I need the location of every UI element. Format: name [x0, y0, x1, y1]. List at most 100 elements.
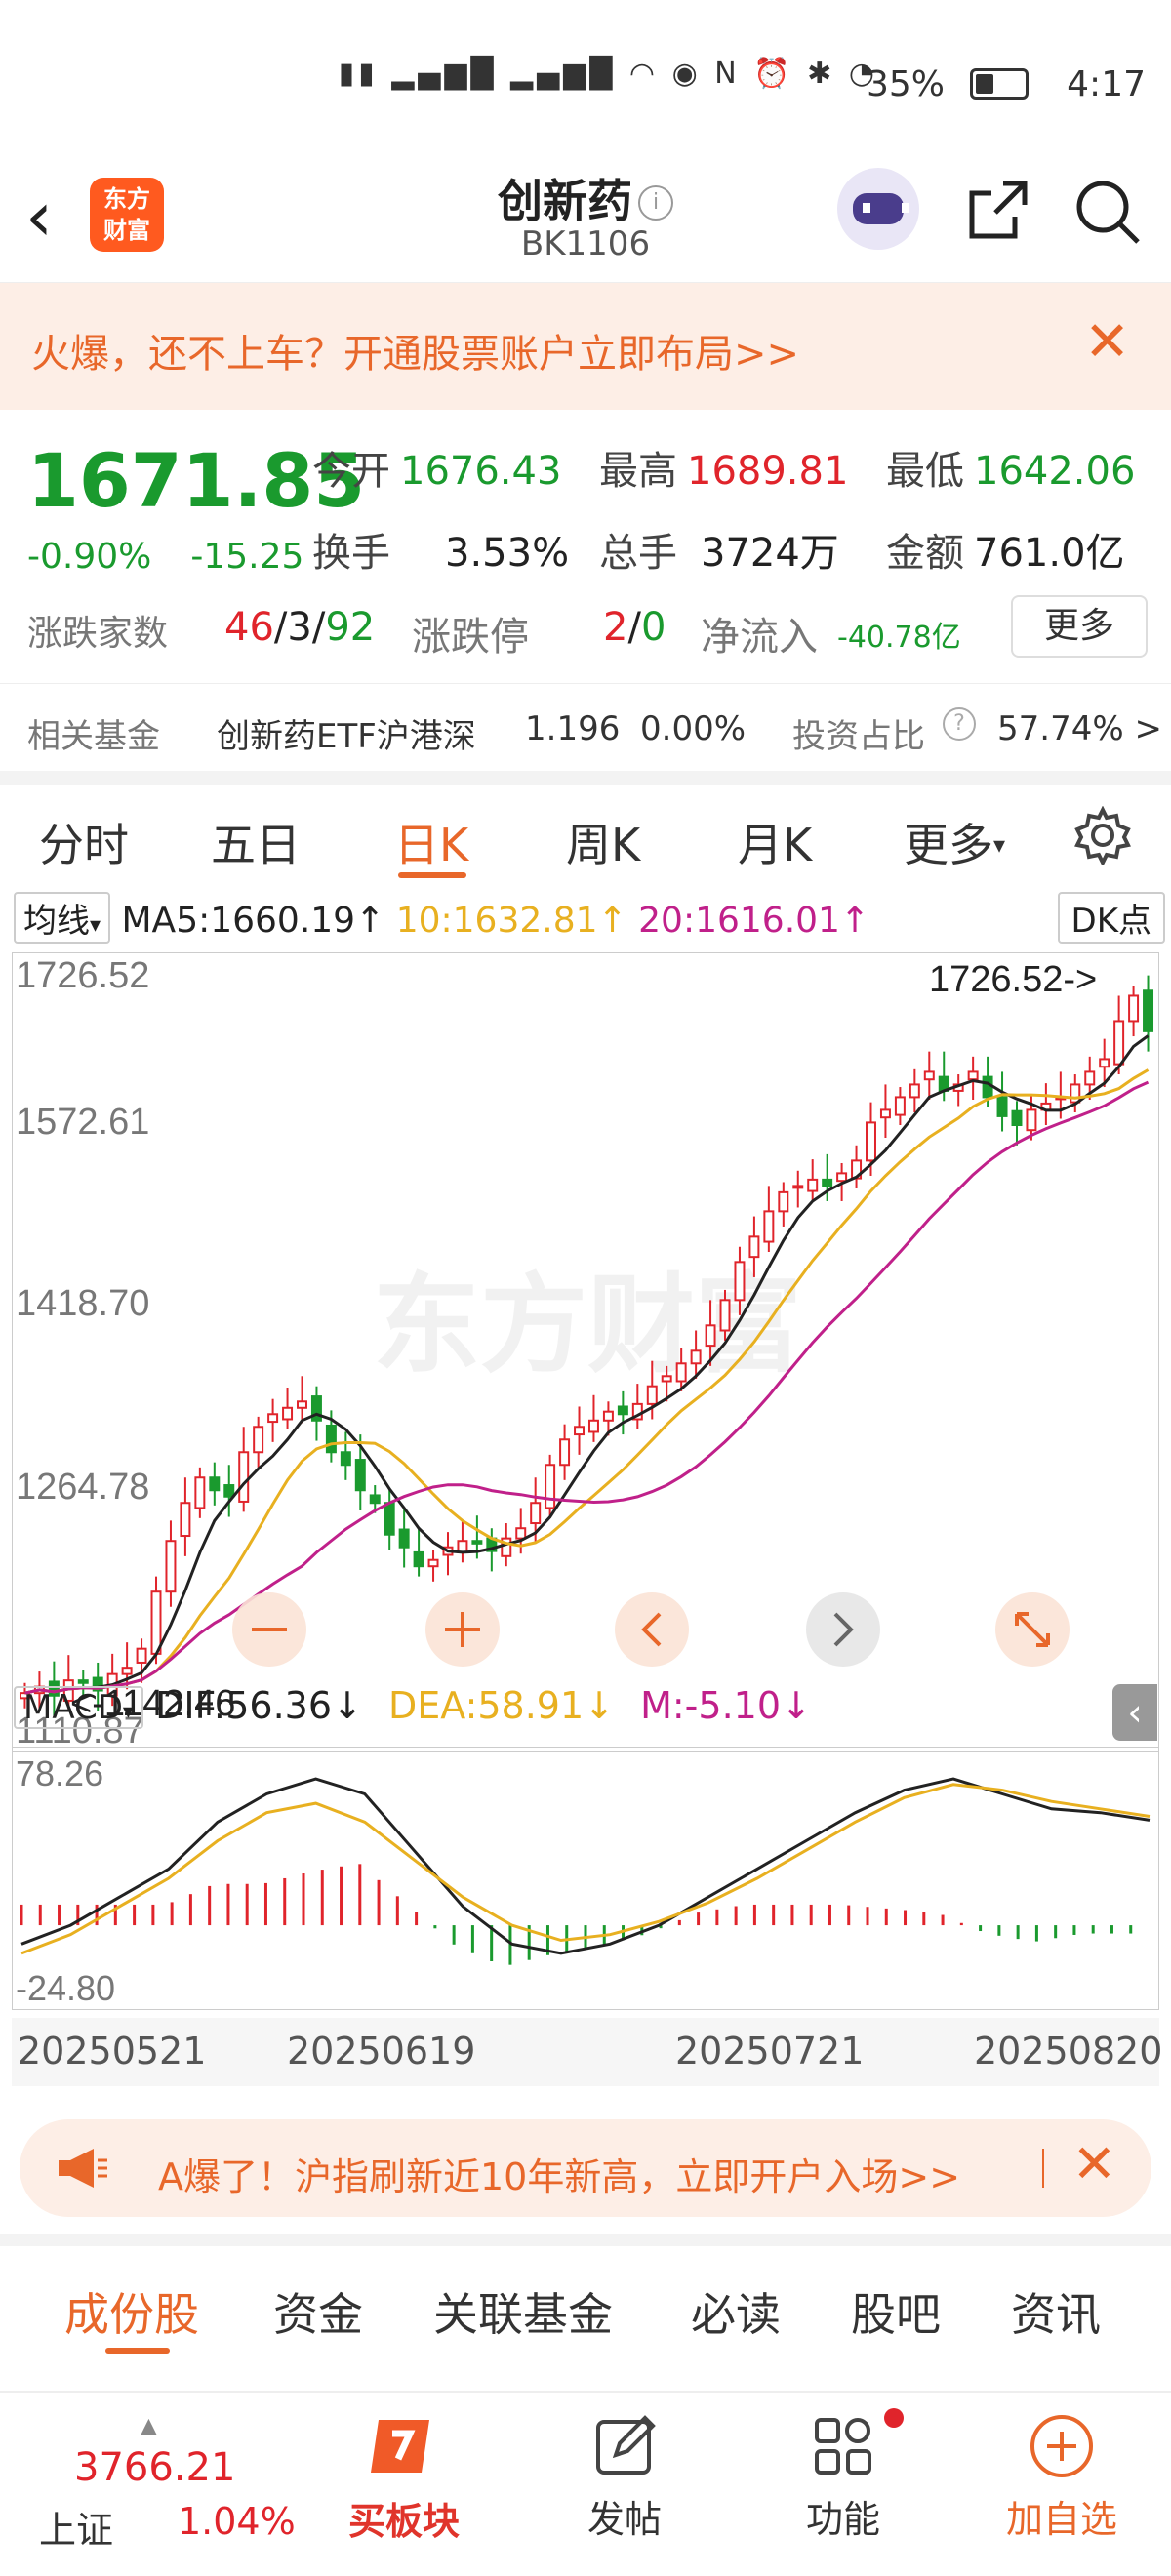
candle: [384, 1502, 395, 1536]
post-button[interactable]: 发帖: [556, 2412, 693, 2543]
zoom-out-button[interactable]: [232, 1592, 306, 1667]
tab-funds-flow[interactable]: 资金: [273, 2279, 363, 2344]
macd-label-top: 78.26: [16, 1753, 103, 1793]
clock: 4:17: [1067, 64, 1146, 104]
pan-right-button[interactable]: [806, 1592, 880, 1667]
high-marker: 1726.52->: [929, 959, 1097, 1000]
functions-button[interactable]: 功能: [775, 2408, 911, 2543]
candle: [1143, 989, 1154, 1032]
add-watchlist-button[interactable]: 加自选: [993, 2412, 1130, 2543]
candle: [1084, 1070, 1096, 1086]
candle: [866, 1121, 876, 1162]
candle: [763, 1210, 775, 1243]
signal-icons: ▮▮ ▂▄▆█ ▂▄▆█ ◠ ◉ N ⏰ ✱ ◔: [338, 57, 878, 91]
buy-sector-button[interactable]: 买板块: [336, 2412, 472, 2545]
indicator-selector[interactable]: MACD▾: [14, 1686, 143, 1729]
candle: [778, 1190, 789, 1213]
limit-values: 2/0: [603, 605, 666, 650]
buy-sector-label: 买板块: [347, 2500, 460, 2543]
apps-grid-icon: [815, 2418, 871, 2475]
tab-related-funds[interactable]: 关联基金: [433, 2279, 613, 2344]
ad-close-icon[interactable]: ✕: [1072, 2133, 1116, 2194]
candle: [369, 1494, 381, 1505]
kline-chart-area[interactable]: 均线▾ MA5:1660.19↑ 10:1632.81↑ 20:1616.01↑…: [0, 878, 1171, 2108]
tab-more[interactable]: 更多▾: [904, 810, 1005, 874]
candle: [354, 1459, 366, 1492]
candle: [559, 1438, 571, 1467]
candle: [427, 1558, 439, 1568]
y-label-3: 1418.70: [16, 1283, 149, 1324]
candle: [646, 1385, 658, 1405]
pan-left-button[interactable]: [615, 1592, 689, 1667]
investment-ratio[interactable]: 57.74% >: [997, 709, 1162, 748]
tab-constituents[interactable]: 成份股: [64, 2279, 199, 2344]
close-icon[interactable]: ✕: [1084, 310, 1130, 374]
fullscreen-button[interactable]: [995, 1592, 1070, 1667]
content-tabs: 成份股 资金 关联基金 必读 股吧 资讯: [0, 2234, 1171, 2354]
candle: [515, 1527, 527, 1540]
candle: [282, 1406, 294, 1421]
assistant-avatar-icon[interactable]: [837, 168, 919, 250]
tab-forum[interactable]: 股吧: [851, 2279, 941, 2344]
add-circle-icon: [1030, 2415, 1093, 2477]
candle: [675, 1362, 687, 1383]
promo-banner[interactable]: 火爆，还不上车？开通股票账户立即布局>> ✕: [0, 283, 1171, 410]
candle: [194, 1476, 206, 1509]
quote-panel: 1671.85 -0.90% -15.25 今开 1676.43 最高 1689.81…: [0, 410, 1171, 771]
zoom-in-button[interactable]: [425, 1592, 500, 1667]
candle: [1099, 1058, 1110, 1068]
macd-plot[interactable]: 78.26 -24.80: [12, 1747, 1159, 2010]
tab-monthly-k[interactable]: 月K: [738, 810, 812, 874]
settings-gear-icon[interactable]: [1073, 806, 1132, 865]
dif-value: DIF:56.36↓: [155, 1684, 363, 1727]
tab-weekly-k[interactable]: 周K: [566, 810, 640, 874]
candle: [587, 1419, 599, 1433]
date-axis: 20250521 20250619 20250721 20250820: [12, 2018, 1163, 2086]
candle: [894, 1096, 906, 1116]
low-price: 最低 1642.06: [886, 449, 1136, 494]
candle: [180, 1502, 191, 1538]
index-ticker[interactable]: ▲ 3766.21 上证 1.04%: [39, 2414, 296, 2552]
bottom-toolbar: ▲ 3766.21 上证 1.04% 买板块 发帖 功能 加自选: [0, 2391, 1171, 2576]
candle: [705, 1324, 716, 1348]
candle: [617, 1405, 628, 1416]
date-label-3: 20250721: [675, 2030, 865, 2073]
share-icon[interactable]: [966, 178, 1030, 242]
candle: [1026, 1108, 1037, 1132]
fund-name[interactable]: 创新药ETF沪港深: [217, 709, 476, 757]
collapse-panel-icon[interactable]: ‹: [1112, 1684, 1157, 1741]
help-icon[interactable]: ?: [943, 707, 976, 741]
ad-banner[interactable]: A爆了！沪指刷新近10年新高，立即开户入场>> ✕: [20, 2119, 1151, 2217]
kline-plot[interactable]: 东方财富 1726.52 1572.61 1418.70 1264.78 111…: [12, 952, 1159, 1752]
ma-selector[interactable]: 均线▾: [14, 892, 111, 944]
more-stats-button[interactable]: 更多: [1011, 595, 1148, 658]
buy-sector-icon: [371, 2420, 429, 2473]
candle: [923, 1070, 935, 1081]
macd-label-bottom: -24.80: [16, 1968, 115, 2008]
candle: [530, 1502, 542, 1525]
candle: [1070, 1083, 1081, 1104]
tab-must-read[interactable]: 必读: [691, 2279, 781, 2344]
candle: [661, 1375, 672, 1383]
y-label-top: 1726.52: [16, 955, 149, 996]
status-bar: ▮▮ ▂▄▆█ ▂▄▆█ ◠ ◉ N ⏰ ✱ ◔ 35% 4:17: [0, 0, 1171, 156]
dk-point-button[interactable]: DK点: [1057, 892, 1165, 944]
tab-news[interactable]: 资讯: [1011, 2279, 1101, 2344]
candle: [909, 1083, 920, 1099]
ad-text[interactable]: A爆了！沪指刷新近10年新高，立即开户入场>>: [158, 2147, 960, 2200]
candle: [150, 1590, 162, 1655]
megaphone-icon: [59, 2149, 107, 2188]
tab-intraday[interactable]: 分时: [39, 810, 129, 874]
turnover-rate: 换手 3.53%: [312, 531, 570, 576]
candle: [836, 1172, 848, 1183]
tab-daily-k[interactable]: 日K: [394, 810, 468, 874]
promo-text[interactable]: 火爆，还不上车？开通股票账户立即布局>>: [31, 322, 799, 379]
search-icon[interactable]: [1073, 178, 1142, 246]
tab-five-day[interactable]: 五日: [211, 810, 301, 874]
candle: [748, 1235, 760, 1259]
related-fund-row[interactable]: 相关基金 创新药ETF沪港深 1.196 0.00% 投资占比 ? 57.74%…: [0, 683, 1171, 771]
date-label-4: 20250820: [974, 2030, 1163, 2073]
info-icon[interactable]: i: [638, 185, 673, 221]
notification-dot: [884, 2408, 904, 2428]
candle: [340, 1451, 351, 1467]
